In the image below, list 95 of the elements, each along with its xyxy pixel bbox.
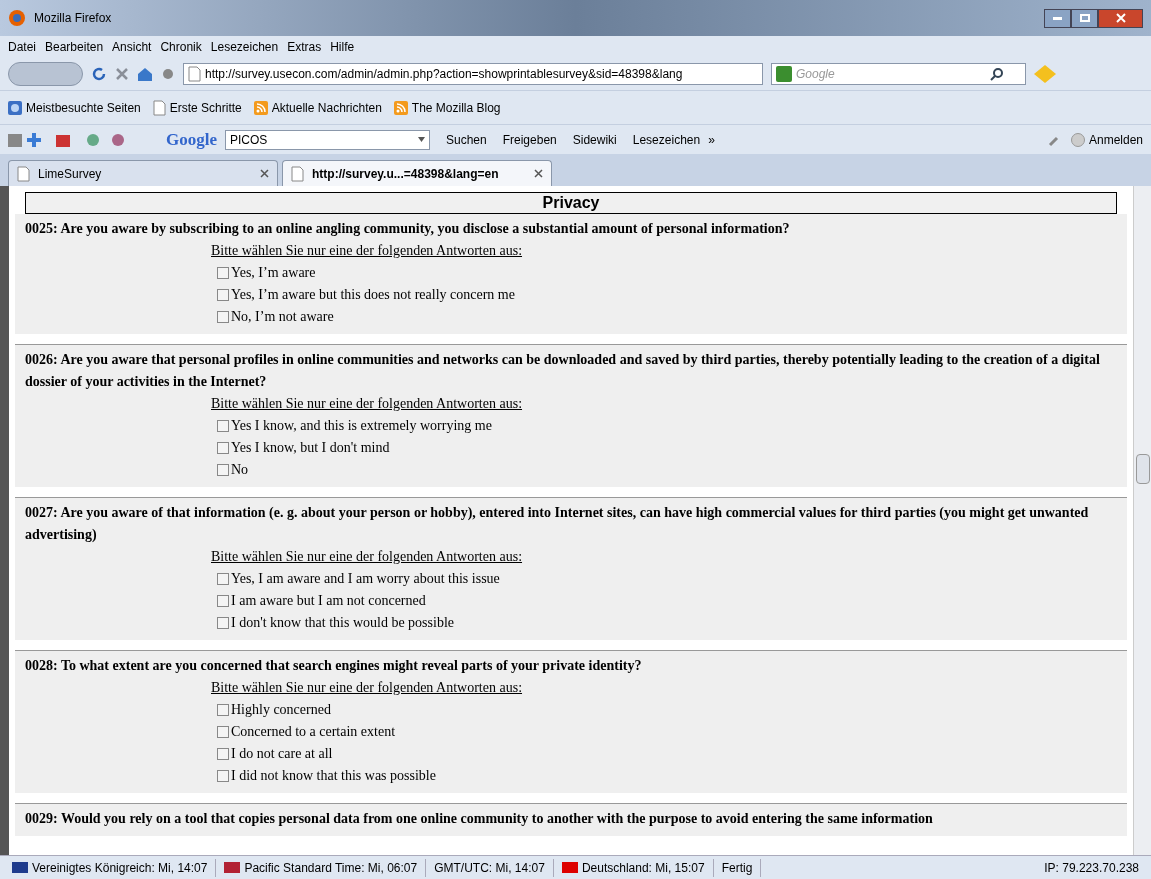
answer-instruction: Bitte wählen Sie nur eine der folgenden Antworten aus: xyxy=(211,679,524,697)
query-text: PICOS xyxy=(230,131,268,149)
tab-title: LimeSurvey xyxy=(38,165,102,183)
answer-checkbox[interactable] xyxy=(217,770,229,782)
globe-icon xyxy=(8,100,22,115)
toolbar-button[interactable]: Freigeben xyxy=(502,130,557,149)
page-icon xyxy=(188,66,201,82)
status-item: IP: 79.223.70.238 xyxy=(1043,859,1140,877)
close-icon xyxy=(1115,13,1126,23)
close-icon[interactable] xyxy=(534,169,543,178)
search-engine-icon xyxy=(776,66,792,82)
browser-tab[interactable]: LimeSurvey xyxy=(8,160,278,186)
menu-item[interactable]: Lesezeichen xyxy=(210,38,279,56)
caret-icon xyxy=(418,137,425,142)
answer-option: I do not care at all xyxy=(231,743,333,765)
window-title: Mozilla Firefox xyxy=(34,10,112,27)
minimize-icon xyxy=(1053,16,1062,20)
toolbar-button[interactable]: Lesezeichen xyxy=(632,130,701,149)
question-text: 0028: To what extent are you concerned that search engines might reveal parts of your private identity? xyxy=(25,657,643,675)
tab-title: http://survey.u...=48398&lang=en xyxy=(312,165,499,183)
status-item: Vereinigtes Königreich: Mi, 14:07 xyxy=(4,858,217,877)
answer-option: I did not know that this was possible xyxy=(231,765,436,787)
bookmark-link[interactable]: Meistbesuchte Seiten xyxy=(8,98,141,117)
scrollbar[interactable] xyxy=(1133,186,1151,855)
question-text: 0029: Would you rely on a tool that copies personal data from one online community to another with the purpose to avoid entering the same information xyxy=(25,810,934,828)
overflow-chevron[interactable]: » xyxy=(708,130,715,149)
answer-checkbox[interactable] xyxy=(217,726,229,738)
menu-item[interactable]: Ansicht xyxy=(112,38,152,56)
toolbar-button[interactable]: Sidewiki xyxy=(572,130,617,149)
google-logo: Google xyxy=(166,128,217,151)
bookmark-link[interactable]: Erste Schritte xyxy=(152,98,242,117)
answer-checkbox[interactable] xyxy=(217,704,229,716)
answer-checkbox[interactable] xyxy=(217,464,229,476)
page-icon xyxy=(152,99,166,116)
page-icon xyxy=(17,165,30,182)
answer-option: Yes I know, but I don't mind xyxy=(231,437,390,459)
status-item: Pacific Standard Time: Mi, 06:07 xyxy=(216,858,427,877)
back-forward-button[interactable] xyxy=(8,62,83,86)
maximize-icon xyxy=(1079,14,1090,22)
answer-option: Yes, I’m aware xyxy=(231,262,316,284)
scrollbar-thumb[interactable] xyxy=(1135,454,1150,484)
close-icon[interactable] xyxy=(260,169,269,178)
answer-option: Highly concerned xyxy=(231,699,331,721)
browser-tab[interactable]: http://survey.u...=48398&lang=en xyxy=(282,160,552,186)
status-item: Deutschland: Mi, 15:07 xyxy=(553,858,714,877)
menu-item[interactable]: Extras xyxy=(287,38,322,56)
menu-item[interactable]: Chronik xyxy=(160,38,202,56)
question-text: 0027: Are you aware of that information (e. g. about your person or hobby), entered into Internet sites, can have high commercial values for third parties (you might get unwanted advertising) xyxy=(25,504,1090,544)
answer-checkbox[interactable] xyxy=(217,442,229,454)
reload-icon[interactable] xyxy=(91,66,107,82)
bookmark-link[interactable]: The Mozilla Blog xyxy=(393,98,501,117)
section-header: Privacy xyxy=(25,192,1117,214)
answer-option: I don't know that this would be possible xyxy=(231,612,454,634)
question-text: 0025: Are you aware by subscribing to an online angling community, you disclose a substantial amount of personal information? xyxy=(25,220,791,238)
answer-option: Yes, I am aware and I am worry about this issue xyxy=(231,568,500,590)
url-text: http://survey.usecon.com/admin/admin.php?action=showprintablesurvey&sid=48398&lang xyxy=(205,66,683,83)
answer-option: Yes I know, and this is extremely worrying me xyxy=(231,415,492,437)
answer-checkbox[interactable] xyxy=(217,289,229,301)
answer-option: No, I’m not aware xyxy=(231,306,334,328)
page-icon xyxy=(291,165,304,182)
answer-option: I am aware but I am not concerned xyxy=(231,590,426,612)
toolbar-button[interactable]: Suchen xyxy=(446,130,487,149)
search-icon xyxy=(990,67,1004,81)
home-icon[interactable] xyxy=(137,66,153,82)
search-field[interactable]: Google xyxy=(771,63,1026,85)
search-input[interactable]: Google xyxy=(796,65,986,83)
answer-checkbox[interactable] xyxy=(217,617,229,629)
status-item: GMT/UTC: Mi, 14:07 xyxy=(426,858,554,877)
menu-item[interactable]: Hilfe xyxy=(330,38,355,56)
answer-option: Yes, I’m aware but this does not really concern me xyxy=(231,284,515,306)
answer-instruction: Bitte wählen Sie nur eine der folgenden Antworten aus: xyxy=(211,548,524,566)
answer-checkbox[interactable] xyxy=(217,748,229,760)
answer-checkbox[interactable] xyxy=(217,267,229,279)
question-text: 0026: Are you aware that personal profiles in online communities and networks can be downloaded and saved by third parties, thereby potentially leading to the creation of a digital dossier of your activities in the Internet? xyxy=(25,351,1101,391)
close-button[interactable] xyxy=(1098,8,1143,28)
answer-checkbox[interactable] xyxy=(217,573,229,585)
signin-button[interactable]: Anmelden xyxy=(1070,130,1143,149)
bookmark-link[interactable]: Aktuelle Nachrichten xyxy=(253,98,382,117)
maximize-button[interactable] xyxy=(1071,8,1098,28)
status-item: Fertig xyxy=(713,858,762,877)
answer-option: Concerned to a certain extent xyxy=(231,721,396,743)
address-field[interactable]: http://survey.usecon.com/admin/admin.php?action=showprintablesurvey&sid=48398&lang xyxy=(183,63,763,85)
feed-icon xyxy=(253,100,268,115)
answer-checkbox[interactable] xyxy=(217,311,229,323)
answer-checkbox[interactable] xyxy=(217,420,229,432)
browser-logo-icon xyxy=(8,9,26,27)
toolbar-search-field[interactable]: PICOS xyxy=(225,129,430,150)
answer-option: No xyxy=(231,459,249,481)
answer-instruction: Bitte wählen Sie nur eine der folgenden Antworten aus: xyxy=(211,395,524,413)
answer-instruction: Bitte wählen Sie nur eine der folgenden Antworten aus: xyxy=(211,242,524,260)
answer-checkbox[interactable] xyxy=(217,595,229,607)
menu-item[interactable]: Bearbeiten xyxy=(45,38,104,56)
minimize-button[interactable] xyxy=(1044,8,1071,28)
menu-item[interactable]: Datei xyxy=(8,38,36,56)
feed-icon xyxy=(393,100,408,115)
